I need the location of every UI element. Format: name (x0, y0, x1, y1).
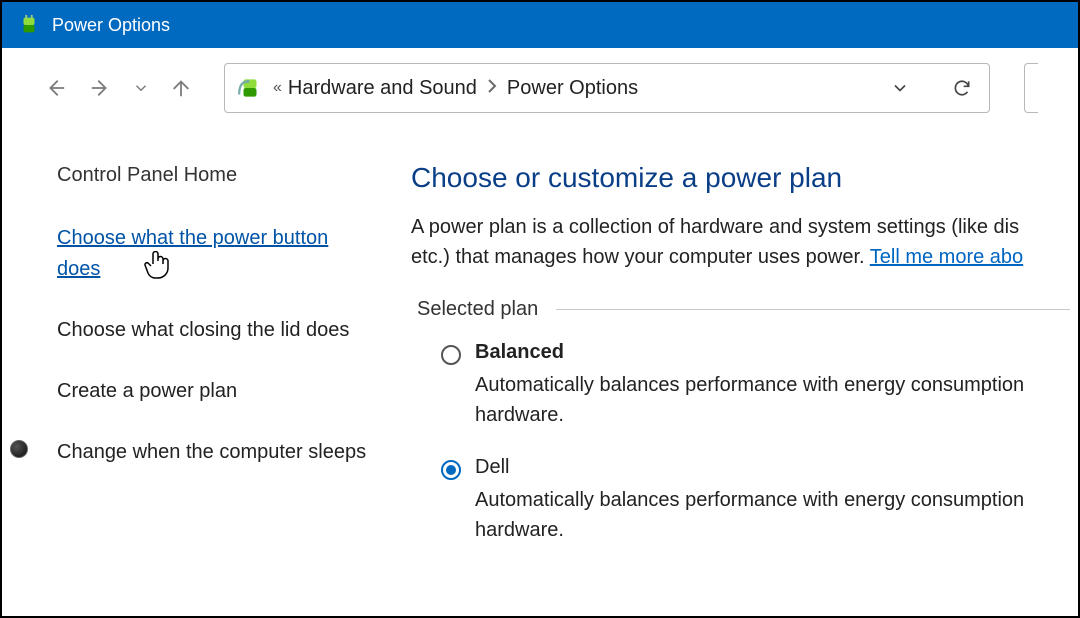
navigation-row: « Hardware and Sound Power Options (2, 48, 1078, 128)
section-selected-plan-label: Selected plan (417, 298, 538, 321)
history-dropdown[interactable] (885, 78, 915, 98)
main-panel: Choose or customize a power plan A power… (387, 158, 1070, 571)
sidebar: Control Panel Home Choose what the power… (32, 158, 387, 571)
power-options-icon (18, 14, 40, 36)
page-title: Choose or customize a power plan (411, 162, 1070, 194)
plan-option-dell[interactable]: Dell Automatically balances performance … (441, 456, 1070, 545)
divider (556, 309, 1070, 310)
plan-option-balanced[interactable]: Balanced Automatically balances performa… (441, 341, 1070, 430)
plan-name: Balanced (475, 341, 1070, 364)
window-title: Power Options (52, 15, 170, 36)
address-bar[interactable]: « Hardware and Sound Power Options (224, 63, 990, 113)
sidebar-link-sleep[interactable]: Change when the computer sleeps (57, 437, 377, 468)
breadcrumb-parent[interactable]: Hardware and Sound (288, 77, 477, 100)
page-description: A power plan is a collection of hardware… (411, 212, 1070, 272)
radio-balanced[interactable] (441, 345, 461, 365)
refresh-button[interactable] (947, 78, 977, 98)
recent-locations-dropdown[interactable] (132, 73, 150, 103)
tell-me-more-link[interactable]: Tell me more abo (870, 246, 1023, 268)
cursor-pointer-icon (144, 251, 170, 286)
sidebar-link-lid[interactable]: Choose what closing the lid does (57, 315, 377, 346)
search-input[interactable] (1024, 63, 1038, 113)
control-panel-home-link[interactable]: Control Panel Home (57, 164, 387, 187)
sidebar-link-power-button[interactable]: Choose what the power button does (57, 223, 377, 285)
titlebar: Power Options (2, 2, 1078, 48)
breadcrumb-current[interactable]: Power Options (507, 77, 638, 100)
power-options-icon (237, 75, 263, 101)
plan-description: Automatically balances performance with … (475, 370, 1070, 430)
sidebar-link-create-plan[interactable]: Create a power plan (57, 376, 377, 407)
radio-dell[interactable] (441, 460, 461, 480)
forward-button[interactable] (86, 73, 116, 103)
back-button[interactable] (40, 73, 70, 103)
sleep-icon (10, 440, 28, 458)
plan-description: Automatically balances performance with … (475, 485, 1070, 545)
plan-name: Dell (475, 456, 1070, 479)
breadcrumb-overflow-icon[interactable]: « (273, 79, 278, 97)
page-description-line1: A power plan is a collection of hardware… (411, 216, 1019, 238)
up-button[interactable] (166, 73, 196, 103)
page-description-line2: etc.) that manages how your computer use… (411, 246, 870, 268)
chevron-right-icon (487, 79, 497, 98)
